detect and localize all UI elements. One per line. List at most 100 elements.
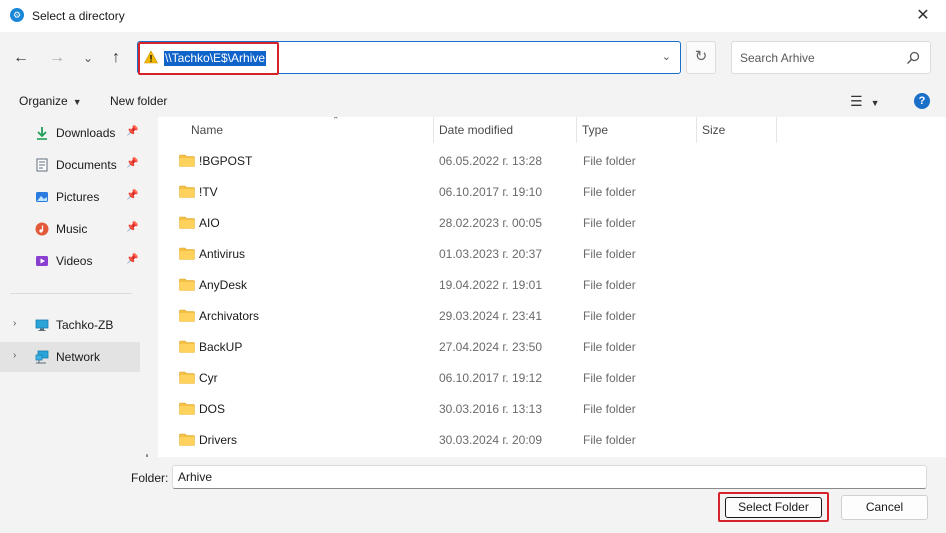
folder-label: Folder: [131,471,169,485]
file-date: 30.03.2024 г. 20:09 [439,433,543,447]
address-text[interactable]: \\Tachko\E$\Arhive [164,51,267,66]
organize-label: Organize [19,94,68,108]
chevron-down-icon: ▼ [72,97,82,107]
file-row[interactable]: !BGPOST 06.05.2022 г. 13:28 File folder [158,146,946,177]
file-name: Cyr [199,371,218,385]
pin-icon[interactable]: 📌 [126,254,138,265]
file-row[interactable]: Cyr 06.10.2017 г. 19:12 File folder [158,363,946,394]
select-folder-button[interactable]: Select Folder [725,497,822,518]
file-type: File folder [583,216,636,230]
navigation-pane: Downloads 📌 Documents 📌 Pictures 📌 Music… [0,117,148,457]
file-name: Drivers [199,433,237,447]
sidebar-item-label: Music [56,222,88,236]
column-header-label: Size [702,123,726,137]
file-type: File folder [583,154,636,168]
file-row[interactable]: Archivators 29.03.2024 г. 23:41 File folde… [158,301,946,332]
file-name: BackUP [199,340,243,354]
sidebar-item-downloads[interactable]: Downloads 📌 [0,118,140,148]
folder-icon [179,216,195,229]
sidebar-item-network[interactable]: › Network [0,342,140,372]
pin-icon[interactable]: 📌 [126,222,138,233]
download-icon [37,127,47,140]
file-date: 06.10.2017 г. 19:12 [439,371,543,385]
sidebar-item-music[interactable]: Music 📌 [0,214,140,244]
network-icon [35,350,49,364]
file-name: Archivators [199,309,260,323]
pictures-icon [36,192,48,202]
search-icon[interactable] [906,51,920,65]
file-name: !TV [199,185,218,199]
forward-button[interactable]: → [45,46,69,70]
cancel-button[interactable]: Cancel [841,495,928,520]
music-icon [35,222,49,236]
search-box[interactable] [731,41,931,74]
sidebar-item-label: Downloads [56,126,116,140]
file-row[interactable]: !TV 06.10.2017 г. 19:10 File folder [158,177,946,208]
file-row[interactable]: BackUP 27.04.2024 г. 23:50 File folder [158,332,946,363]
help-icon[interactable]: ? [914,93,930,109]
back-button[interactable]: ← [9,46,33,70]
pin-icon[interactable]: 📌 [126,190,138,201]
close-button[interactable]: ✕ [900,0,946,32]
folder-icon [179,278,195,291]
navigation-bar: ← → ⌄ ↑ \\Tachko\E$\Arhive ⌄ ↻ [0,32,946,84]
up-button[interactable]: ↑ [104,46,128,70]
address-bar[interactable]: \\Tachko\E$\Arhive ⌄ [137,41,681,75]
chevron-right-icon[interactable]: › [13,350,16,361]
file-date: 28.02.2023 г. 00:05 [439,216,543,230]
sidebar-item-pictures[interactable]: Pictures 📌 [0,182,140,212]
file-name: AnyDesk [199,278,248,292]
file-type: File folder [583,402,636,416]
file-name: DOS [199,402,226,416]
documents-icon [36,158,48,172]
file-date: 06.05.2022 г. 13:28 [439,154,543,168]
column-header-label: Type [582,123,609,137]
sidebar-item-tachko-zb[interactable]: › Tachko-ZB [0,310,140,340]
computer-icon [35,319,49,331]
file-type: File folder [583,247,636,261]
file-row[interactable]: DOS 30.03.2016 г. 13:13 File folder [158,394,946,425]
folder-icon [179,402,195,415]
view-options-button[interactable]: ☰ ▼ [850,93,879,110]
file-date: 01.03.2023 г. 20:37 [439,247,543,261]
sidebar-item-label: Videos [56,254,93,268]
window-title: Select a directory [32,9,125,23]
folder-icon [179,371,195,384]
file-type: File folder [583,433,636,447]
search-input[interactable] [740,50,900,66]
column-header-name[interactable]: Name ⌃ [186,117,434,143]
file-type: File folder [583,340,636,354]
new-folder-button[interactable]: New folder [110,94,167,108]
file-row[interactable]: AnyDesk 19.04.2022 г. 19:01 File folder [158,270,946,301]
file-name: !BGPOST [199,154,253,168]
column-header-size[interactable]: Size [697,117,777,143]
column-header-label: Date modified [439,123,514,137]
sidebar-item-label: Pictures [56,190,100,204]
column-header-type[interactable]: Type [577,117,697,143]
column-header-date[interactable]: Date modified [434,117,577,143]
folder-icon [179,309,195,322]
file-date: 29.03.2024 г. 23:41 [439,309,543,323]
file-row[interactable]: Drivers 30.03.2024 г. 20:09 File folder [158,425,946,456]
folder-icon [179,154,195,167]
folder-icon [179,247,195,260]
sidebar-item-documents[interactable]: Documents 📌 [0,150,140,180]
file-name: AIO [199,216,220,230]
file-row[interactable]: Antivirus 01.03.2023 г. 20:37 File folder [158,239,946,270]
file-type: File folder [583,371,636,385]
column-header-label: Name [191,123,224,137]
sidebar-item-videos[interactable]: Videos 📌 [0,246,140,276]
chevron-right-icon[interactable]: › [13,318,16,329]
pin-icon[interactable]: 📌 [126,126,138,137]
folder-name-field[interactable] [172,465,927,489]
sidebar-divider [10,293,132,294]
pin-icon[interactable]: 📌 [126,158,138,169]
file-type: File folder [583,185,636,199]
organize-button[interactable]: Organize ▼ [19,94,82,108]
file-row[interactable]: AIO 28.02.2023 г. 00:05 File folder [158,208,946,239]
chevron-down-icon[interactable]: ⌄ [662,50,671,63]
refresh-button[interactable]: ↻ [686,41,716,74]
recent-locations-button[interactable]: ⌄ [76,46,100,70]
file-date: 27.04.2024 г. 23:50 [439,340,543,354]
view-list-icon: ☰ [850,93,863,109]
